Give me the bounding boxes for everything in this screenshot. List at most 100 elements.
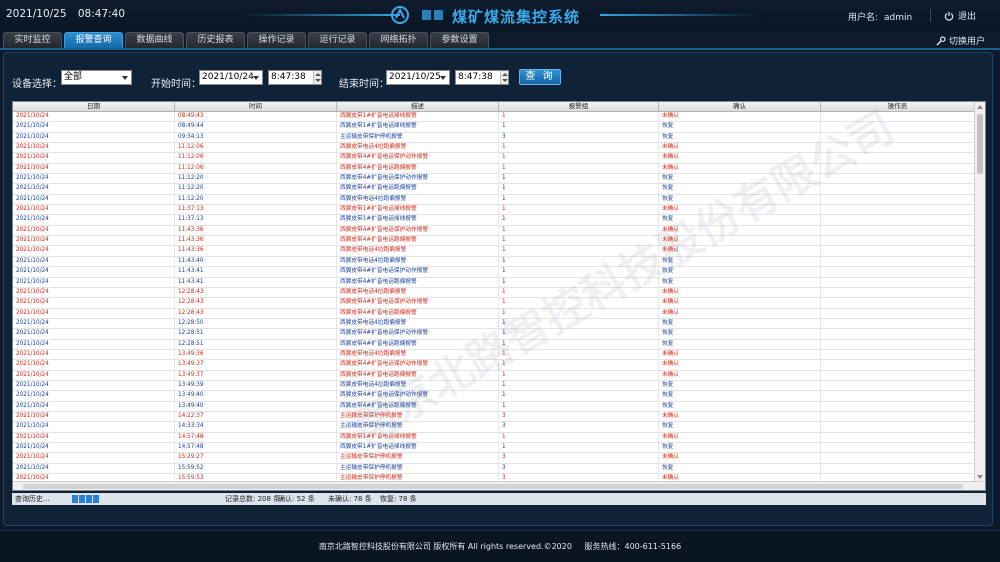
column-header-alarm-group[interactable]: 报警组 [499, 102, 659, 111]
table-row[interactable]: 2021/10/24 08:49:43 西翼皮带1#扩音电话掉线报警 1 未确认 [13, 112, 975, 123]
tab-realtime-monitor[interactable]: 实时监控 [3, 32, 62, 48]
table-row[interactable]: 2021/10/24 11:43:36 西翼皮带4#扩音电话保护动作报警 1 未确认 [13, 225, 975, 237]
scroll-up-icon[interactable] [977, 105, 983, 109]
table-row[interactable]: 2021/10/24 11:12:06 西翼皮带电话4拉跑偏报警 1 未确认 [13, 143, 975, 154]
cell-date: 2021/10/24 [13, 298, 175, 308]
table-row[interactable]: 2021/10/24 11:12:20 西翼皮带电话4拉跑偏报警 1 恢复 [13, 194, 975, 206]
table-row[interactable]: 2021/10/24 11:43:41 西翼皮带4#扩音电话跑偏报警 1 恢复 [13, 277, 975, 288]
logout-label: 退出 [958, 12, 977, 22]
cell-time: 15:59:52 [175, 463, 337, 474]
table-row[interactable]: 2021/10/24 15:59:52 主运输皮带保护停机报警 3 恢复 [13, 463, 975, 475]
table-row[interactable]: 2021/10/24 11:37:13 西翼皮带1#扩音电话掉线报警 1 未确认 [13, 205, 975, 216]
start-date-picker[interactable]: 2021/10/24 [199, 70, 263, 85]
query-button[interactable]: 查 询 [519, 69, 561, 85]
table-row[interactable]: 2021/10/24 13:49:39 西翼皮带电话4拉跑偏报警 1 恢复 [13, 380, 975, 392]
cell-description: 西翼皮带1#扩音电话掉线报警 [337, 443, 499, 453]
table-row[interactable]: 2021/10/24 11:12:06 西翼皮带4#扩音电话跑偏报警 1 未确认 [13, 163, 975, 175]
cell-description: 西翼皮带电话4拉跑偏报警 [337, 246, 499, 256]
end-date-picker[interactable]: 2021/10/25 [386, 70, 450, 85]
company-logo-icon [391, 6, 409, 24]
table-row[interactable]: 2021/10/24 15:29:27 主运输皮带保护停机报警 3 未确认 [13, 453, 975, 464]
cell-date: 2021/10/24 [13, 236, 175, 246]
cell-date: 2021/10/24 [13, 122, 175, 132]
cell-confirm-status: 恢复 [659, 277, 821, 287]
cell-description: 主运输皮带保护停机报警 [337, 453, 499, 463]
cell-description: 西翼皮带1#扩音电话掉线报警 [337, 122, 499, 132]
table-row[interactable]: 2021/10/24 08:49:44 西翼皮带1#扩音电话掉线报警 1 恢复 [13, 122, 975, 133]
device-select[interactable]: 全部 [61, 70, 132, 85]
cell-alarm-group: 3 [499, 453, 659, 463]
cell-confirm-status: 恢复 [659, 380, 821, 391]
cell-time: 14:57:48 [175, 443, 337, 453]
table-row[interactable]: 2021/10/24 12:28:51 西翼皮带4#扩音电话保护动作报警 1 恢复 [13, 329, 975, 340]
table-row[interactable]: 2021/10/24 11:43:36 西翼皮带电话4拉跑偏报警 1 未确认 [13, 246, 975, 257]
footer: 南京北路智控科技股份有限公司 版权所有 All rights reserved.… [0, 530, 1000, 562]
user-label: 用户名: [848, 13, 879, 23]
scroll-down-icon[interactable] [977, 475, 983, 479]
vertical-scrollbar[interactable] [974, 102, 985, 482]
table-row[interactable]: 2021/10/24 11:43:36 西翼皮带4#扩音电话跑偏报警 1 未确认 [13, 236, 975, 247]
tab-running-log[interactable]: 运行记录 [308, 32, 367, 48]
table-row[interactable]: 2021/10/24 11:12:20 西翼皮带4#扩音电话保护动作报警 1 恢复 [13, 174, 975, 185]
end-time-spinner[interactable]: 8:47:38 [455, 70, 509, 85]
table-row[interactable]: 2021/10/24 13:49:40 西翼皮带4#扩音电话保护动作报警 1 恢复 [13, 391, 975, 402]
cell-alarm-group: 1 [499, 360, 659, 370]
cell-description: 西翼皮带4#扩音电话保护动作报警 [337, 360, 499, 370]
cell-description: 西翼皮带电话4拉跑偏报警 [337, 287, 499, 298]
table-row[interactable]: 2021/10/24 13:49:37 西翼皮带4#扩音电话跑偏报警 1 未确认 [13, 370, 975, 381]
table-row[interactable]: 2021/10/24 13:49:40 西翼皮带4#扩音电话跑偏报警 1 恢复 [13, 401, 975, 412]
table-row[interactable]: 2021/10/24 12:28:50 西翼皮带电话4拉跑偏报警 1 恢复 [13, 318, 975, 330]
table-row[interactable]: 2021/10/24 12:28:43 西翼皮带4#扩音电话保护动作报警 1 未确认 [13, 298, 975, 309]
horizontal-scrollbar[interactable] [13, 481, 985, 490]
switch-user-label: 切换用户 [949, 37, 986, 47]
service-hotline: 服务热线：400-611-5166 [584, 542, 682, 551]
current-date: 2021/10/25 [6, 8, 67, 20]
cell-date: 2021/10/24 [13, 329, 175, 339]
tab-network-topology[interactable]: 网络拓扑 [369, 32, 428, 48]
table-row[interactable]: 2021/10/24 11:37:13 西翼皮带1#扩音电话掉线报警 1 恢复 [13, 215, 975, 226]
table-row[interactable]: 2021/10/24 14:33:34 主运输皮带保护停机报警 3 恢复 [13, 422, 975, 433]
column-header-date[interactable]: 日期 [13, 102, 175, 111]
table-row[interactable]: 2021/10/24 09:34:13 主运输皮带保护停机报警 3 恢复 [13, 132, 975, 144]
table-row[interactable]: 2021/10/24 11:43:40 西翼皮带电话4拉跑偏报警 1 恢复 [13, 256, 975, 268]
cell-time: 12:28:43 [175, 287, 337, 298]
table-row[interactable]: 2021/10/24 12:28:43 西翼皮带电话4拉跑偏报警 1 未确认 [13, 287, 975, 299]
start-time-spinner[interactable]: 8:47:38 [268, 70, 322, 85]
table-row[interactable]: 2021/10/24 14:57:48 西翼皮带1#扩音电话掉线报警 1 恢复 [13, 443, 975, 454]
cell-date: 2021/10/24 [13, 318, 175, 329]
tab-alarm-query[interactable]: 报警查询 [64, 32, 123, 48]
tab-data-curve[interactable]: 数据曲线 [125, 32, 184, 48]
tab-parameter-settings[interactable]: 参数设置 [430, 32, 489, 48]
tab-operation-log[interactable]: 操作记录 [247, 32, 306, 48]
cell-confirm-status: 恢复 [659, 463, 821, 474]
column-header-confirm[interactable]: 确认 [659, 102, 821, 111]
spinner-arrows-icon[interactable] [313, 71, 321, 84]
column-header-description[interactable]: 描述 [337, 102, 499, 111]
column-header-operator[interactable]: 操作员 [821, 102, 975, 111]
spinner-arrows-icon[interactable] [500, 71, 508, 84]
scrollbar-thumb[interactable] [23, 484, 963, 489]
cell-alarm-group: 3 [499, 422, 659, 432]
table-row[interactable]: 2021/10/24 11:12:20 西翼皮带4#扩音电话跑偏报警 1 恢复 [13, 184, 975, 195]
tab-history-report[interactable]: 历史报表 [186, 32, 245, 48]
table-row[interactable]: 2021/10/24 13:49:36 西翼皮带电话4拉跑偏报警 1 未确认 [13, 349, 975, 361]
cell-date: 2021/10/24 [13, 422, 175, 432]
table-row[interactable]: 2021/10/24 12:28:51 西翼皮带4#扩音电话跑偏报警 1 恢复 [13, 339, 975, 350]
cell-operator [821, 463, 975, 474]
table-row[interactable]: 2021/10/24 14:57:48 西翼皮带1#扩音电话掉线报警 1 未确认 [13, 432, 975, 443]
alarm-table: 日期 时间 描述 报警组 确认 操作员 2021/10/24 08:49:43 西翼… [12, 101, 986, 491]
title-block-icon [434, 10, 443, 20]
table-row[interactable]: 2021/10/24 13:49:37 西翼皮带4#扩音电话保护动作报警 1 未确认 [13, 360, 975, 371]
cell-time: 12:28:50 [175, 318, 337, 329]
cell-operator [821, 246, 975, 256]
progress-segment [86, 495, 92, 503]
table-row[interactable]: 2021/10/24 14:22:37 主运输皮带保护停机报警 3 未确认 [13, 411, 975, 423]
table-row[interactable]: 2021/10/24 11:12:06 西翼皮带4#扩音电话保护动作报警 1 未确认 [13, 153, 975, 164]
switch-user-button[interactable]: 切换用户 [936, 34, 985, 47]
table-row[interactable]: 2021/10/24 12:28:43 西翼皮带4#扩音电话跑偏报警 1 未确认 [13, 308, 975, 319]
column-header-time[interactable]: 时间 [175, 102, 337, 111]
table-row[interactable]: 2021/10/24 11:43:41 西翼皮带4#扩音电话保护动作报警 1 恢复 [13, 267, 975, 278]
cell-alarm-group: 1 [499, 401, 659, 411]
logout-button[interactable]: 退出 [944, 9, 976, 22]
scrollbar-thumb[interactable] [977, 114, 983, 174]
